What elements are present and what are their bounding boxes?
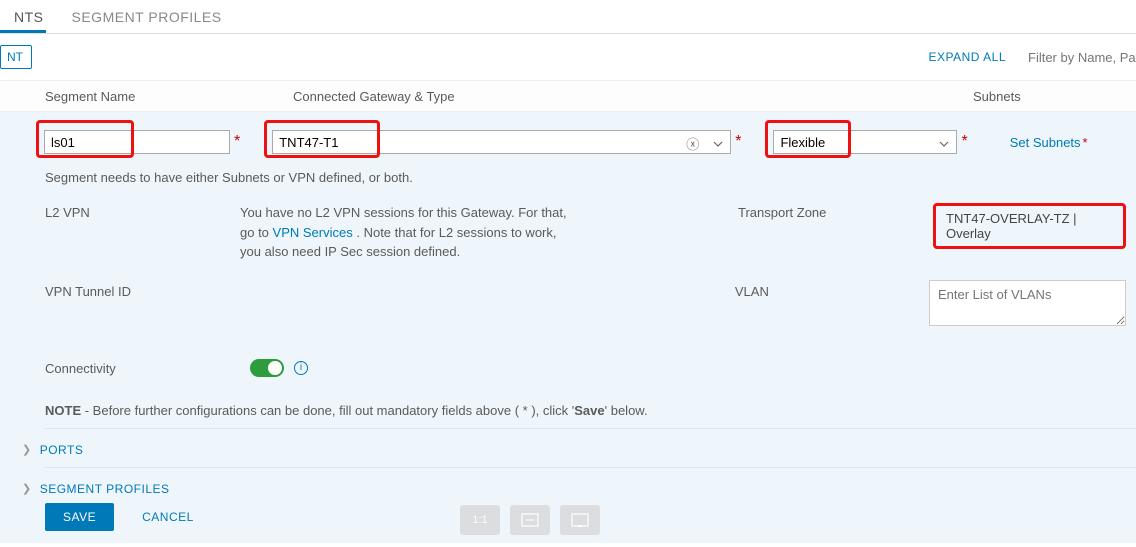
vpn-tunnel-id-label: VPN Tunnel ID [45,282,239,299]
chevron-down-icon[interactable] [939,136,949,154]
column-headers: Segment Name Connected Gateway & Type Su… [0,80,1136,112]
form-footer: SAVE CANCEL [45,503,194,531]
connectivity-label: Connectivity [45,359,250,376]
chevron-right-icon[interactable]: ❯ [22,443,32,456]
tab-segments[interactable]: NTS [0,1,58,33]
section-ports[interactable]: PORTS [40,443,84,457]
vpn-services-link[interactable]: VPN Services [273,225,353,240]
header-subnets: Subnets [966,89,1136,104]
filter-input[interactable] [1028,50,1136,65]
zoom-fit-icon[interactable] [510,505,550,535]
zoom-controls: 1:1 [460,505,600,535]
set-subnets-link[interactable]: Set Subnets* [1010,135,1088,150]
vlan-label: VLAN [735,282,929,299]
expand-all-link[interactable]: EXPAND ALL [929,50,1006,64]
chevron-down-icon[interactable] [713,136,723,154]
info-icon[interactable]: i [294,361,308,375]
segment-name-input[interactable] [44,130,230,154]
vlan-input[interactable] [929,280,1126,326]
segment-form: * ⓧ * * Set Subnets* Segment needs to ha… [0,112,1136,543]
form-hint: Segment needs to have either Subnets or … [0,160,1136,189]
l2vpn-label: L2 VPN [45,203,240,220]
add-segment-button[interactable]: NT [0,45,32,69]
clear-icon[interactable]: ⓧ [686,134,699,153]
save-button[interactable]: SAVE [45,503,114,531]
zoom-actual-icon[interactable]: 1:1 [460,505,500,535]
header-segment-name: Segment Name [0,89,248,104]
gateway-input[interactable] [272,130,731,154]
active-tab-indicator [0,30,46,33]
tabs-bar: NTS SEGMENT PROFILES [0,0,1136,34]
cancel-button[interactable]: CANCEL [142,510,194,524]
transport-zone-label: Transport Zone [738,203,933,220]
header-gateway-type: Connected Gateway & Type [248,89,966,104]
toolbar: NT EXPAND ALL [0,34,1136,80]
form-note: NOTE - Before further configurations can… [0,377,1136,418]
type-select[interactable] [773,130,957,154]
required-mark: * [735,133,741,151]
required-mark: * [234,133,240,151]
transport-zone-value: TNT47-OVERLAY-TZ | Overlay [933,203,1126,249]
zoom-screen-icon[interactable] [560,505,600,535]
tab-segment-profiles[interactable]: SEGMENT PROFILES [58,1,236,33]
connectivity-toggle[interactable] [250,359,284,377]
l2vpn-text: You have no L2 VPN sessions for this Gat… [240,203,580,262]
required-mark: * [961,133,967,151]
chevron-right-icon[interactable]: ❯ [22,482,32,495]
section-segment-profiles[interactable]: SEGMENT PROFILES [40,482,170,496]
